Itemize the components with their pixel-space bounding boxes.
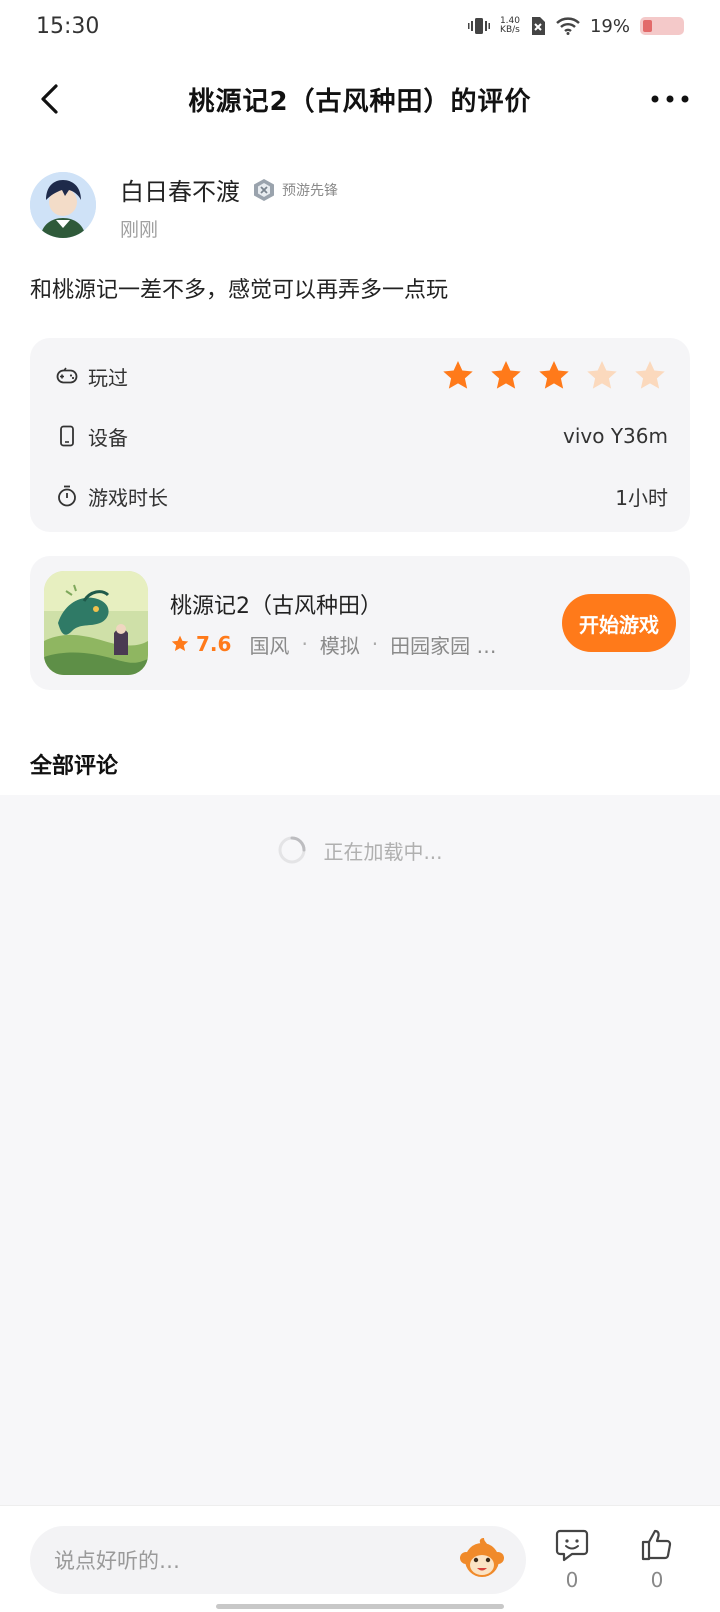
more-button[interactable] [648,77,692,121]
star-icon [171,635,189,651]
username[interactable]: 白日春不渡 [120,172,240,207]
game-cover-image [44,571,148,675]
comment-input[interactable]: 说点好听的… [30,1526,526,1594]
game-rating: 7.6 [170,632,231,656]
badge-label: 预游先锋 [282,182,338,199]
game-tag: 模拟 [319,633,360,658]
device-label: 设备 [88,425,128,450]
status-bar: 15:30 1.40 KB/s 19% [0,0,720,52]
phone-icon [60,425,74,447]
game-meta: 7.6 国风 · 模拟 · 田园家园 … [170,630,562,659]
game-score: 7.6 [196,632,232,656]
game-card[interactable]: 桃源记2（古风种田） 7.6 国风 · 模拟 · 田园家园 … 开始游戏 [30,556,690,690]
page-title: 桃源记2（古风种田）的评价 [188,86,532,117]
badge-icon [254,178,274,201]
duration-row: 游戏时长 1小时 [56,466,668,526]
review-info-card: 玩过 设备 vivo Y36m 游戏时长 1小时 [30,338,690,532]
vibrate-icon [467,18,490,34]
duration-label: 游戏时长 [88,485,168,510]
net-speed: 1.40 KB/s [499,16,520,35]
status-time: 15:30 [36,13,100,39]
rating-stars [440,358,668,394]
comment-icon [555,1529,589,1562]
comment-placeholder: 说点好听的… [54,1549,180,1573]
bottom-bar: 说点好听的… 0 0 [0,1505,720,1612]
comment-count: 0 [565,1568,579,1592]
comments-list: 正在加载中... [0,795,720,1505]
battery-icon [640,17,684,35]
no-sim-icon [531,17,545,35]
played-label: 玩过 [88,365,128,390]
back-arrow-icon [41,84,58,114]
back-button[interactable] [28,77,72,121]
comment-action[interactable]: 0 [547,1528,597,1592]
home-indicator [216,1604,504,1609]
gamepad-icon [56,367,78,384]
star-icon [491,361,521,389]
loading-spinner-icon [278,836,306,864]
played-row: 玩过 [56,346,668,406]
game-title[interactable]: 桃源记2（古风种田） [170,588,562,620]
start-game-button[interactable]: 开始游戏 [562,594,676,652]
nav-bar: 桃源记2（古风种田）的评价 [0,62,720,136]
tag-separator: · [371,632,379,656]
tag-separator: · [301,632,308,656]
like-action[interactable]: 0 [632,1528,682,1592]
avatar[interactable] [30,172,96,238]
thumbs-up-icon [641,1529,672,1561]
more-dots-icon [651,95,689,103]
loading-text: 正在加载中... [323,839,443,864]
star-empty-icon [587,361,617,389]
star-icon [443,361,473,389]
device-row: 设备 vivo Y36m [56,406,668,466]
duration-value: 1小时 [615,485,668,510]
battery-percent: 19% [589,15,630,37]
review-content: 和桃源记一差不多，感觉可以再弄多一点玩 [30,278,449,303]
game-tag: 田园家园 … [390,633,497,658]
game-tag: 国风 [249,633,290,658]
avatar-image [30,172,96,238]
wifi-icon [556,17,580,35]
review-author: 白日春不渡 预游先锋 刚刚 [30,172,338,242]
post-time: 刚刚 [120,219,159,241]
like-count: 0 [650,1568,664,1592]
status-icons: 1.40 KB/s 19% [467,15,684,37]
device-value: vivo Y36m [563,424,668,448]
timer-icon [58,485,76,507]
star-empty-icon [635,361,665,389]
loading-indicator: 正在加载中... [0,835,720,865]
monkey-mascot-icon[interactable] [458,1536,506,1584]
star-icon [539,361,569,389]
game-icon [44,571,148,675]
comments-section-title: 全部评论 [30,754,119,779]
